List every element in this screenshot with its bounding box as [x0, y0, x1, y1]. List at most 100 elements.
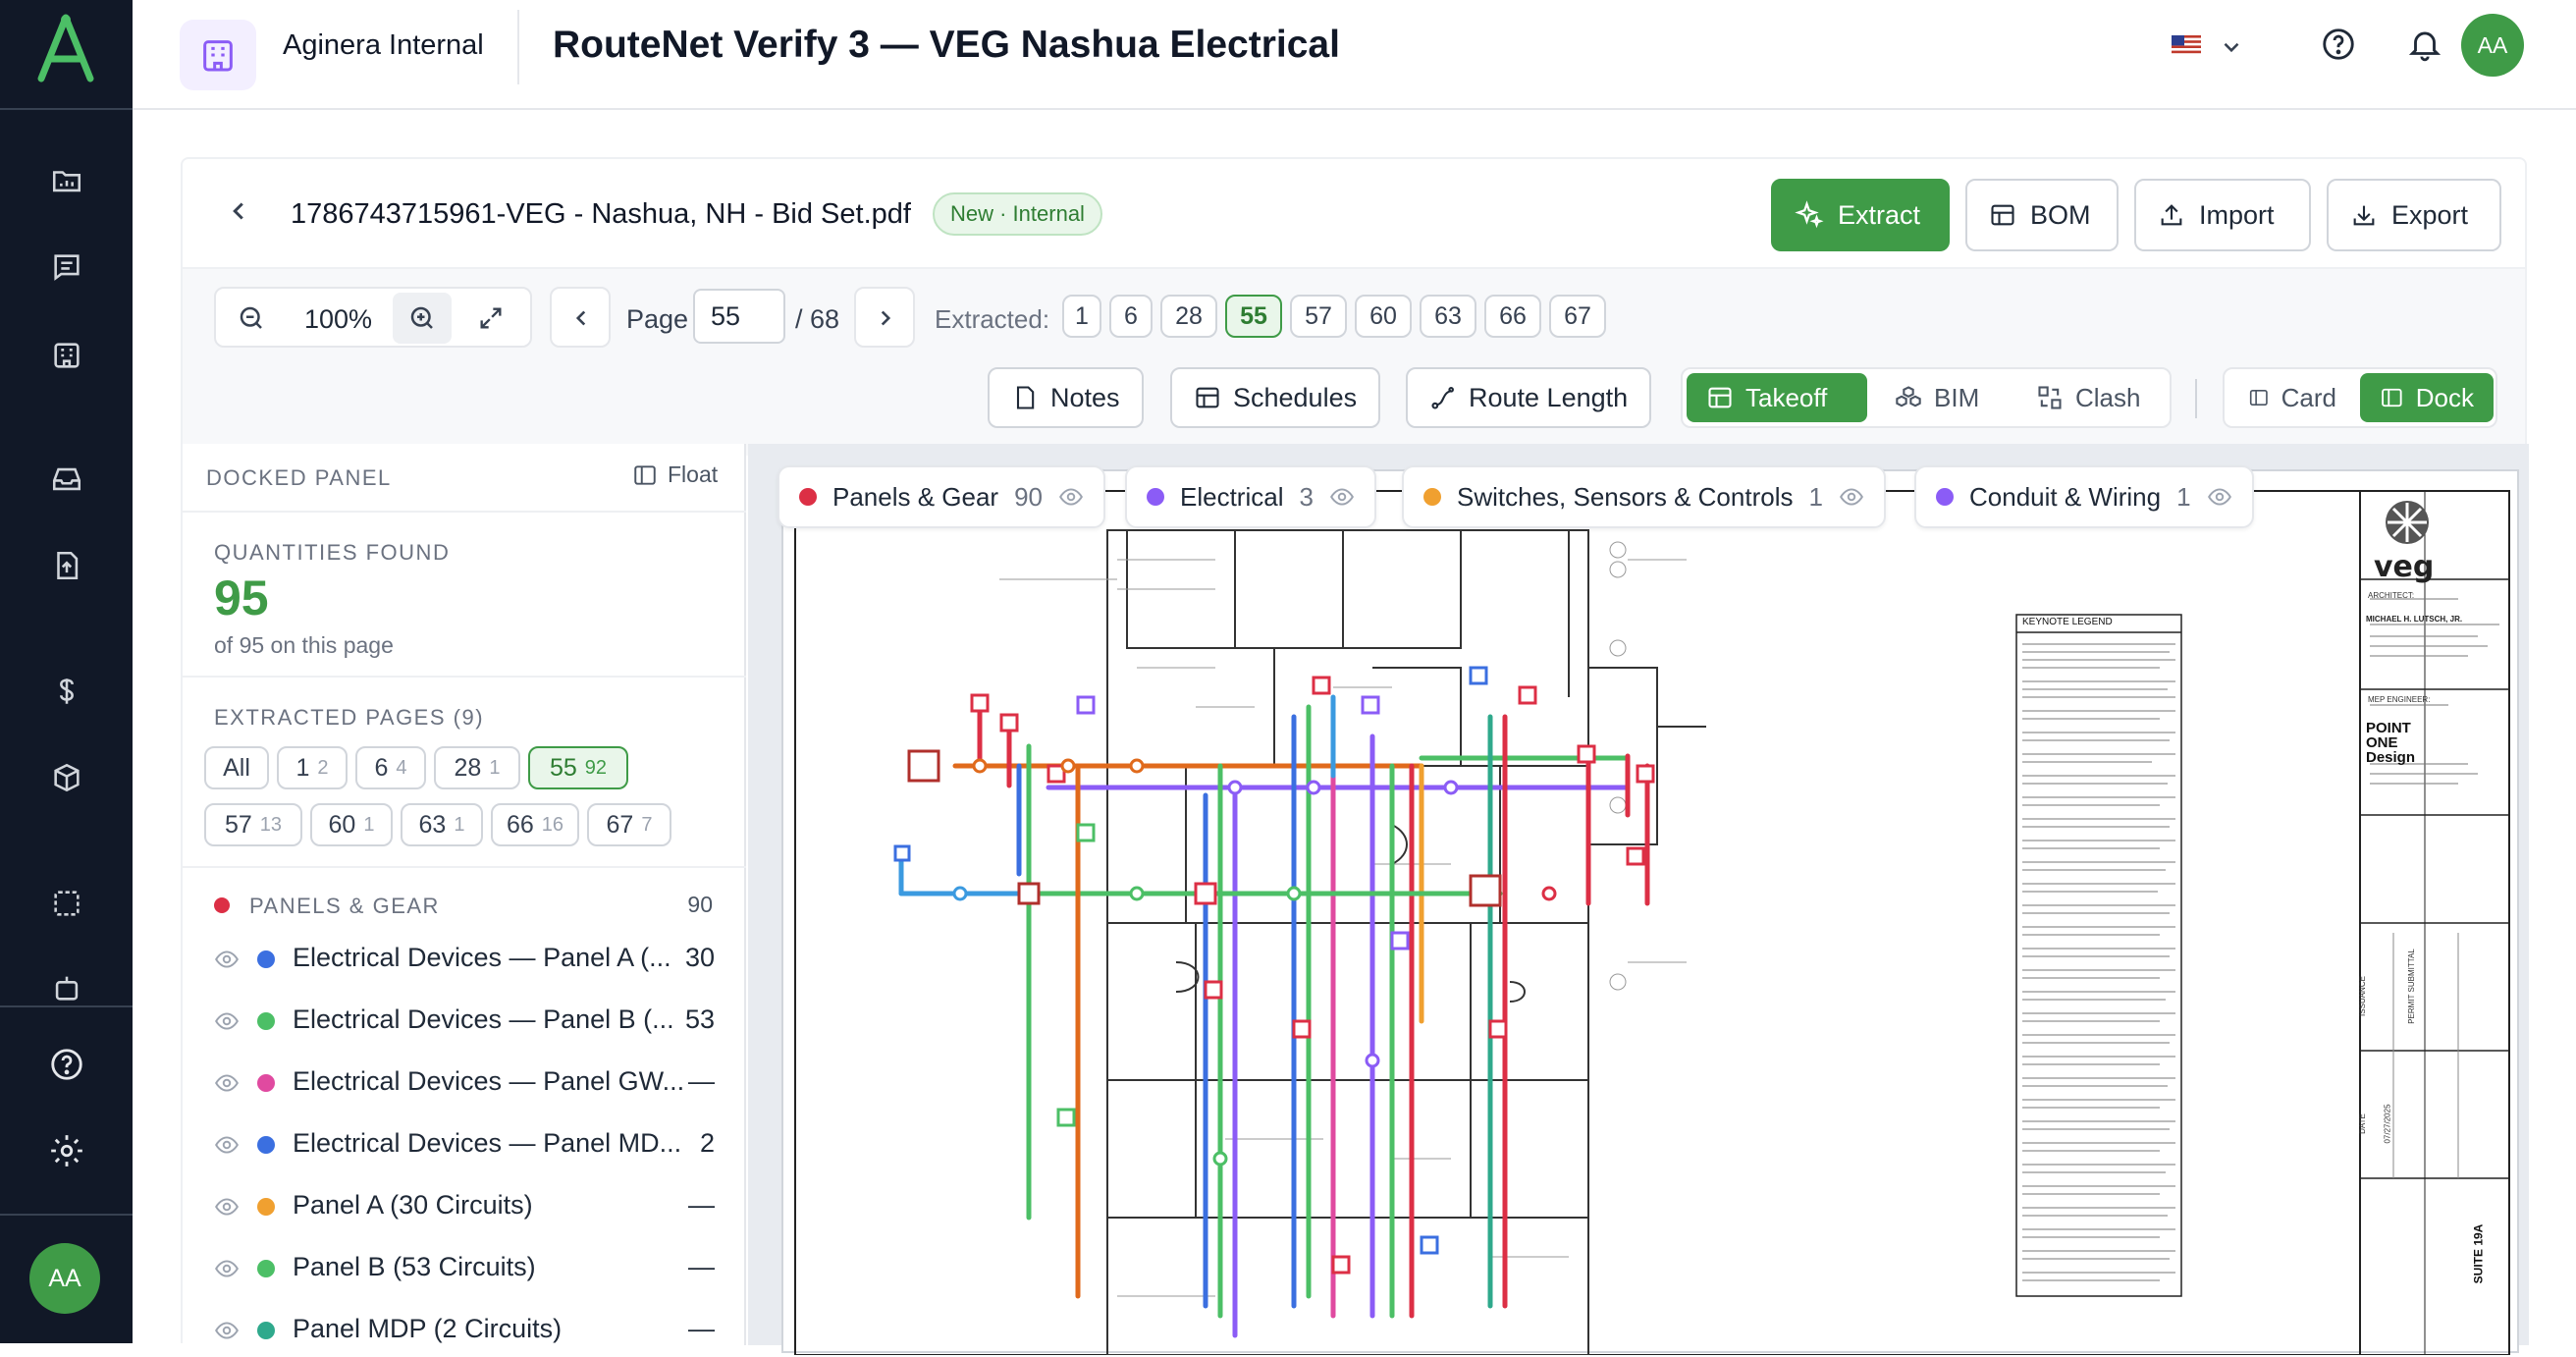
import-button[interactable]: Import: [2134, 179, 2311, 251]
legend-chip-electrical[interactable]: Electrical 3: [1125, 465, 1376, 528]
category-color-dot: [214, 897, 230, 913]
extracted-page-pill[interactable]: 66: [1484, 295, 1541, 338]
page-chip-label: 63: [418, 810, 447, 839]
fullscreen-expand-icon[interactable]: [469, 297, 512, 340]
eye-icon[interactable]: [1058, 484, 1084, 510]
extracted-page-pill[interactable]: 60: [1355, 295, 1412, 338]
legend-chip-panels-gear[interactable]: Panels & Gear 90: [778, 465, 1106, 528]
page-chip[interactable]: 12: [277, 746, 348, 789]
card-tab[interactable]: Card: [2228, 373, 2356, 422]
document-card: 1786743715961-VEG - Nashua, NH - Bid Set…: [181, 157, 2529, 1355]
next-page-button[interactable]: [854, 287, 915, 348]
layer-name: Electrical Devices — Panel A (...: [293, 943, 671, 972]
prev-page-button[interactable]: [550, 287, 611, 348]
chevron-left-icon: [560, 297, 603, 340]
eye-icon[interactable]: [214, 1194, 240, 1220]
zoom-in-icon[interactable]: [393, 293, 452, 344]
extracted-page-pill[interactable]: 57: [1290, 295, 1347, 338]
drawing-sheet[interactable]: veg ARCHITECT: MICHAEL H. LUTSCH, JR. ME…: [781, 469, 2519, 1355]
bom-button[interactable]: BOM: [1965, 179, 2119, 251]
page-chip[interactable]: 67 7: [587, 803, 671, 846]
page-chip[interactable]: 64: [355, 746, 426, 789]
page-chip-count: 7: [641, 813, 653, 836]
buildings-icon[interactable]: [45, 334, 88, 377]
layer-row[interactable]: Electrical Devices — Panel B (... 53: [183, 993, 746, 1048]
route-length-button[interactable]: Route Length: [1406, 367, 1652, 428]
drawing-canvas[interactable]: veg ARCHITECT: MICHAEL H. LUTSCH, JR. ME…: [748, 444, 2529, 1355]
export-button[interactable]: Export: [2327, 179, 2501, 251]
page-chip[interactable]: 63 1: [401, 803, 483, 846]
legend-color-dot: [1936, 488, 1954, 506]
settings-gear-icon[interactable]: [45, 1129, 88, 1172]
bim-tab[interactable]: BIM: [1875, 373, 1999, 422]
workspace-building-icon[interactable]: [180, 20, 256, 90]
page-chip-count: 1: [489, 756, 501, 779]
page-chip-label: 28: [454, 753, 482, 782]
help-circle-icon[interactable]: [2320, 26, 2357, 63]
layer-row[interactable]: Panel B (53 Circuits) —: [183, 1240, 746, 1295]
zoom-out-icon[interactable]: [230, 297, 273, 340]
page-chip[interactable]: 57 13: [204, 803, 302, 846]
schedules-button[interactable]: Schedules: [1170, 367, 1381, 428]
layer-row[interactable]: Electrical Devices — Panel A (... 30: [183, 931, 746, 986]
eye-icon[interactable]: [214, 1256, 240, 1281]
messages-icon[interactable]: [45, 245, 88, 289]
date-label: DATE: [2357, 1113, 2367, 1134]
panel-divider: [183, 676, 746, 678]
extracted-page-pill[interactable]: 6: [1109, 295, 1153, 338]
help-icon[interactable]: [45, 1043, 88, 1086]
card-icon: [2249, 389, 2268, 407]
user-avatar[interactable]: AA: [29, 1243, 100, 1314]
page-chip-all[interactable]: All: [204, 746, 269, 789]
selection-box-icon[interactable]: [45, 882, 88, 925]
notes-button[interactable]: Notes: [988, 367, 1144, 428]
page-chip-label: 55: [549, 753, 577, 782]
clash-tab[interactable]: Clash: [2016, 373, 2160, 422]
eye-icon[interactable]: [214, 947, 240, 972]
workspace-name[interactable]: Aginera Internal: [283, 29, 484, 62]
eye-icon[interactable]: [214, 1132, 240, 1158]
extracted-page-pill[interactable]: 67: [1549, 295, 1606, 338]
page-chip[interactable]: 28 1: [434, 746, 520, 789]
language-chevron-down-icon[interactable]: [2219, 34, 2244, 60]
legend-chip-switches[interactable]: Switches, Sensors & Controls 1: [1402, 465, 1886, 528]
us-flag-icon[interactable]: [2172, 35, 2201, 55]
layer-name: Electrical Devices — Panel MD...: [293, 1128, 682, 1158]
extracted-page-pill[interactable]: 28: [1160, 295, 1217, 338]
eye-icon[interactable]: [1839, 484, 1864, 510]
page-chip[interactable]: 60 1: [310, 803, 393, 846]
eye-icon[interactable]: [214, 1070, 240, 1096]
pricing-dollar-icon[interactable]: [45, 670, 88, 713]
eye-icon[interactable]: [214, 1008, 240, 1034]
extract-button[interactable]: Extract: [1771, 179, 1950, 251]
eye-icon[interactable]: [214, 1318, 240, 1343]
eye-icon[interactable]: [1329, 484, 1355, 510]
robot-icon[interactable]: [45, 974, 88, 1002]
page-chip-active[interactable]: 55 92: [528, 746, 628, 789]
file-upload-icon[interactable]: [45, 544, 88, 587]
layer-row[interactable]: Panel MDP (2 Circuits) —: [183, 1302, 746, 1357]
package-icon[interactable]: [45, 756, 88, 799]
eye-icon[interactable]: [2207, 484, 2232, 510]
quantities-found-subtext: of 95 on this page: [214, 632, 394, 658]
inbox-icon[interactable]: [45, 458, 88, 501]
extracted-page-pill-active[interactable]: 55: [1225, 295, 1282, 338]
issuance-label: ISSUANCE: [2357, 976, 2367, 1016]
user-avatar[interactable]: AA: [2461, 14, 2524, 77]
back-chevron-icon[interactable]: [224, 196, 253, 226]
layer-row[interactable]: Electrical Devices — Panel MD... 2: [183, 1116, 746, 1171]
notifications-bell-icon[interactable]: [2406, 26, 2443, 63]
projects-icon[interactable]: [45, 159, 88, 202]
layer-row[interactable]: Panel A (30 Circuits) —: [183, 1178, 746, 1233]
dock-tab[interactable]: Dock: [2360, 373, 2494, 422]
legend-chip-conduit[interactable]: Conduit & Wiring 1: [1914, 465, 2254, 528]
takeoff-tab[interactable]: Takeoff: [1687, 373, 1867, 422]
page-chip[interactable]: 66 16: [491, 803, 579, 846]
app-logo-icon[interactable]: [35, 14, 96, 82]
extracted-page-pill[interactable]: 63: [1420, 295, 1476, 338]
extracted-page-pill[interactable]: 1: [1062, 295, 1101, 338]
layer-row[interactable]: Electrical Devices — Panel GW... —: [183, 1055, 746, 1110]
page-number-input[interactable]: 55: [693, 289, 785, 344]
float-button[interactable]: Float: [632, 461, 718, 488]
page-chip-count: 92: [584, 756, 608, 779]
